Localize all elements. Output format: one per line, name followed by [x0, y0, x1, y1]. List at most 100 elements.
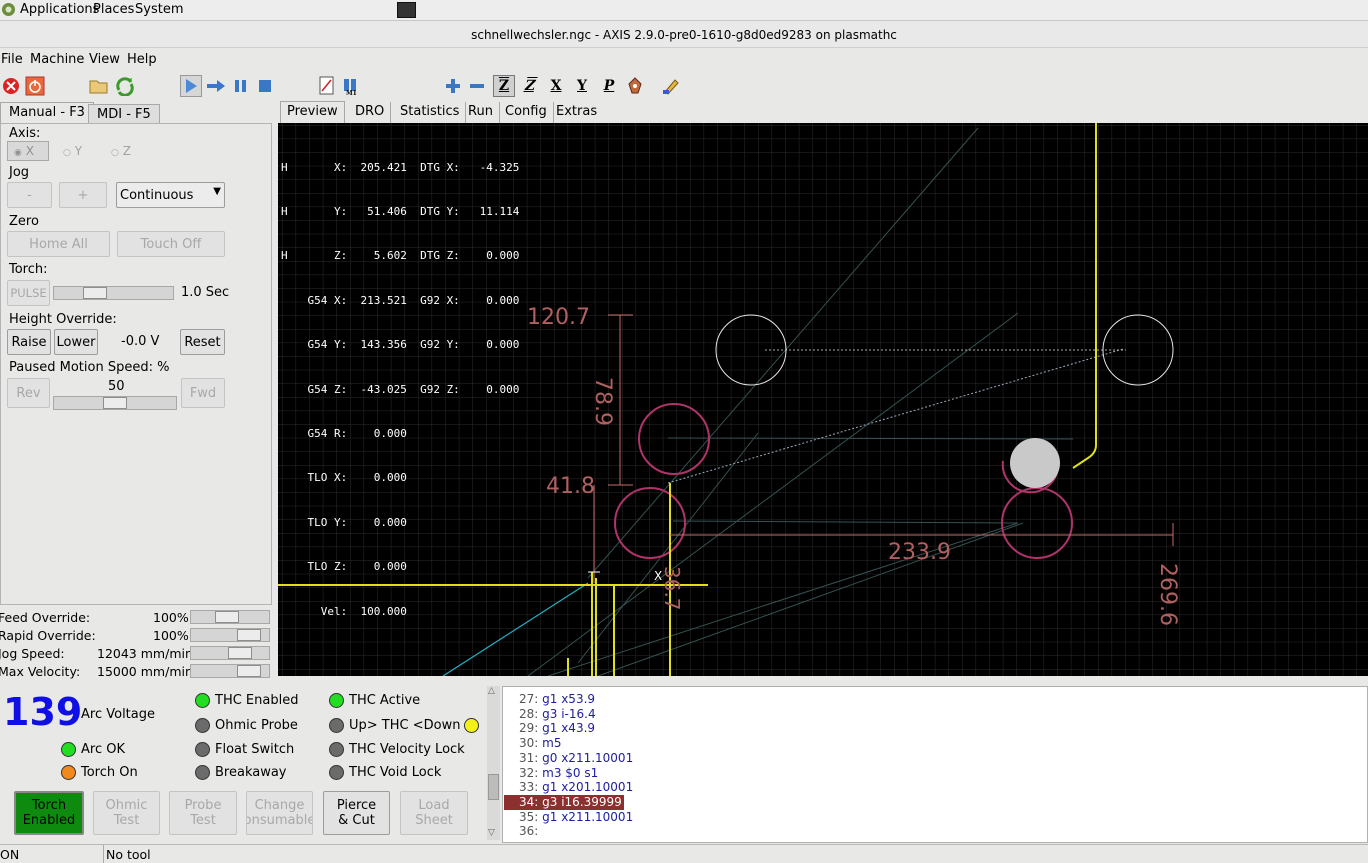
pause-icon[interactable] [230, 75, 252, 97]
tab-preview[interactable]: Preview [280, 101, 345, 123]
dro-line: G54 R: 0.000 [281, 426, 407, 440]
system-bar: Applications Places System [0, 0, 1368, 21]
gcode-line[interactable]: 29: g1 x43.9 [519, 721, 595, 736]
slider-knob[interactable] [215, 611, 239, 623]
gcode-line[interactable]: 27: g1 x53.9 [519, 692, 595, 707]
window-title: schnellwechsler.ngc - AXIS 2.9.0-pre0-16… [471, 28, 897, 42]
feed-override-slider[interactable] [190, 610, 270, 624]
raise-button[interactable]: Raise [7, 329, 51, 355]
view-p-icon[interactable]: P [598, 75, 620, 97]
change-consumable-button[interactable]: Change onsumable [246, 791, 313, 835]
probe-test-button[interactable]: Probe Test [169, 791, 237, 835]
optional-stop-icon[interactable]: M1 [340, 75, 362, 97]
paused-speed-slider[interactable] [53, 396, 177, 410]
skip-lines-icon[interactable] [316, 75, 338, 97]
gcode-line[interactable]: 28: g3 i-16.4 [519, 707, 596, 722]
power-icon[interactable] [24, 75, 46, 97]
run-icon[interactable] [180, 75, 202, 97]
jog-mode-select[interactable]: Continuous ▼ [116, 182, 225, 208]
tab-dro[interactable]: DRO [349, 102, 392, 123]
gcode-line[interactable]: 30: m5 [519, 736, 561, 751]
places-menu[interactable]: Places [93, 2, 134, 17]
gcode-listing[interactable]: 27: g1 x53.9 28: g3 i-16.4 29: g1 x43.9 … [502, 686, 1368, 843]
gcode-scrollbar[interactable]: △ ▽ [487, 686, 500, 840]
max-velocity-slider[interactable] [190, 664, 270, 678]
axis-x-radio[interactable]: ◉ X [14, 144, 34, 158]
slider-knob[interactable] [103, 397, 127, 409]
tab-extras[interactable]: Extras [550, 102, 603, 123]
gcode-line[interactable]: 31: g0 x211.10001 [519, 751, 633, 766]
estop-icon[interactable] [0, 75, 22, 97]
pulse-button[interactable]: PULSE [7, 280, 50, 306]
thc-active-label: THC Active [349, 693, 421, 708]
gcode-line[interactable]: 35: g1 x211.10001 [519, 810, 633, 825]
touch-off-button[interactable]: Touch Off [117, 231, 225, 257]
open-file-icon[interactable] [88, 75, 110, 97]
ohmic-probe-label: Ohmic Probe [215, 718, 298, 733]
applications-menu[interactable]: Applications [20, 2, 99, 17]
float-switch-label: Float Switch [215, 742, 295, 757]
tab-mdi[interactable]: MDI - F5 [88, 104, 160, 124]
tab-config[interactable]: Config [499, 102, 554, 123]
view-x-icon[interactable]: X [545, 75, 567, 97]
torch-pulse-slider[interactable] [53, 286, 174, 300]
slider-knob[interactable] [228, 647, 252, 659]
gcode-line-current[interactable]: 34: g3 i16.39999 [504, 794, 624, 810]
view-z-icon[interactable]: Z [493, 75, 515, 97]
rapid-override-slider[interactable] [190, 628, 270, 642]
axis-z-radio[interactable]: ○ Z [111, 144, 131, 158]
max-velocity-value: 15000 mm/min [97, 664, 193, 679]
machine-state: ON [0, 847, 20, 862]
menu-help[interactable]: Help [127, 52, 157, 67]
terminal-icon[interactable] [397, 2, 416, 18]
gcode-line[interactable]: 36: [519, 824, 542, 839]
reset-button[interactable]: Reset [180, 329, 225, 355]
tab-manual[interactable]: Manual - F3 [0, 102, 94, 124]
rotate-view-icon[interactable] [624, 75, 646, 97]
dro-overlay: H X: 205.421 DTG X: -4.325 H Y: 51.406 D… [281, 131, 519, 649]
step-icon[interactable] [205, 75, 227, 97]
pierce-cut-button[interactable]: Pierce & Cut [323, 791, 390, 835]
fwd-button[interactable]: Fwd [181, 378, 225, 408]
tab-statistics[interactable]: Statistics [394, 102, 467, 123]
svg-text:M1: M1 [346, 90, 357, 95]
zoom-in-icon[interactable] [442, 75, 464, 97]
menu-bar: File Machine View Help [0, 48, 1368, 72]
jog-minus-button[interactable]: - [7, 182, 52, 208]
scroll-down-icon[interactable]: ▽ [488, 828, 495, 838]
slider-knob[interactable] [237, 665, 261, 677]
view-z2-icon[interactable]: Z [519, 75, 541, 97]
ohmic-test-button[interactable]: Ohmic Test [93, 791, 160, 835]
axis-y-radio[interactable]: ○ Y [63, 144, 82, 158]
system-menu[interactable]: System [135, 2, 183, 17]
gcode-line[interactable]: 32: m3 $0 s1 [519, 766, 598, 781]
zoom-out-icon[interactable] [466, 75, 488, 97]
preview-canvas[interactable]: 120.7 41.8 233.9 78.9 269.6 36.7 X H X: … [278, 123, 1368, 676]
menu-machine[interactable]: Machine [30, 52, 84, 67]
max-velocity-label: Max Velocity: [0, 664, 81, 679]
rev-button[interactable]: Rev [7, 378, 50, 408]
home-all-button[interactable]: Home All [7, 231, 110, 257]
slider-knob[interactable] [83, 287, 107, 299]
scroll-thumb[interactable] [488, 774, 499, 800]
thc-up-led [329, 718, 344, 733]
scroll-up-icon[interactable]: △ [488, 686, 495, 696]
load-sheet-button[interactable]: Load Sheet [400, 791, 468, 835]
reload-icon[interactable] [114, 75, 136, 97]
clear-plot-icon[interactable] [660, 75, 682, 97]
menu-view[interactable]: View [89, 52, 120, 67]
torch-on-label: Torch On [81, 765, 138, 780]
lower-button[interactable]: Lower [54, 329, 98, 355]
jog-speed-slider[interactable] [190, 646, 270, 660]
menu-file[interactable]: File [1, 52, 23, 67]
manual-panel: Axis: ◉ X ○ Y ○ Z Jog - + Continuous ▼ Ze… [0, 123, 272, 605]
dro-line: H Y: 51.406 DTG Y: 11.114 [281, 204, 520, 218]
stop-icon[interactable] [254, 75, 276, 97]
view-y-icon[interactable]: Y [571, 75, 593, 97]
tab-run[interactable]: Run [462, 102, 500, 123]
jog-plus-button[interactable]: + [59, 182, 107, 208]
tool-status: No tool [106, 847, 151, 862]
torch-enabled-button[interactable]: Torch Enabled [14, 791, 84, 835]
slider-knob[interactable] [237, 629, 261, 641]
gcode-line[interactable]: 33: g1 x201.10001 [519, 780, 633, 795]
